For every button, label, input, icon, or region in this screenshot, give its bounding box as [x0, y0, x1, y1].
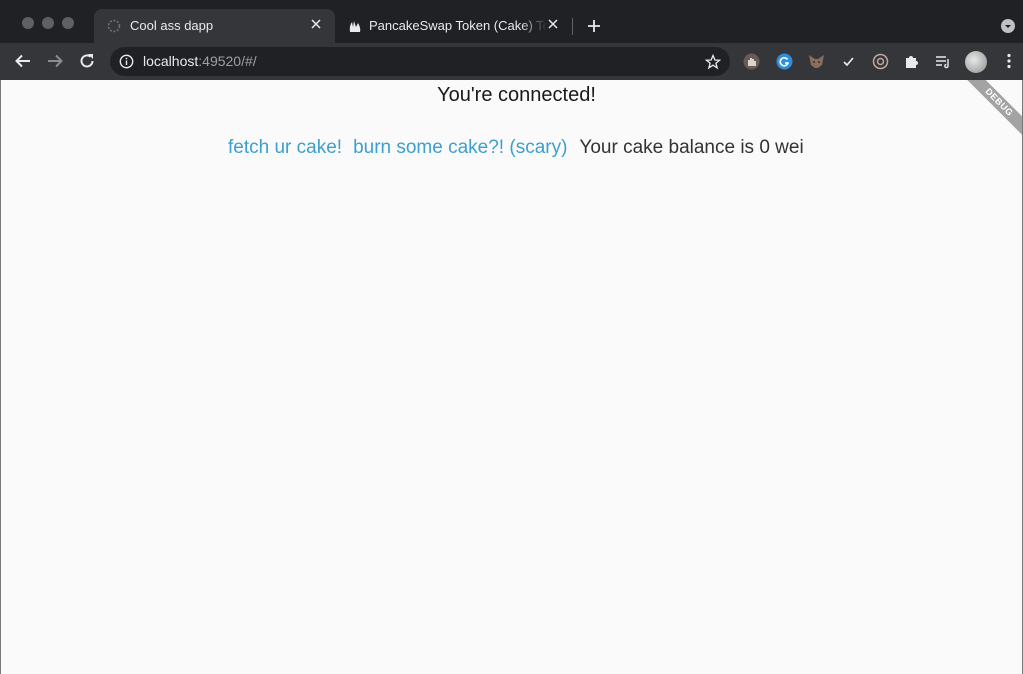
back-arrow-icon[interactable]	[14, 52, 32, 70]
web-page: You're connected! fetch ur cake! burn so…	[0, 80, 1023, 674]
window-minimize-dot[interactable]	[42, 17, 54, 29]
hand-extension-icon[interactable]	[743, 53, 760, 70]
tab-cool-ass-dapp[interactable]: Cool ass dapp	[94, 9, 335, 43]
window-close-dot[interactable]	[22, 17, 34, 29]
puzzle-extensions-icon[interactable]	[903, 53, 920, 70]
circle-extension-icon[interactable]	[872, 53, 889, 70]
new-tab-icon[interactable]	[585, 17, 603, 35]
loading-spinner-icon	[107, 19, 121, 33]
fetch-cake-button[interactable]: fetch ur cake!	[228, 137, 342, 159]
connection-heading: You're connected!	[437, 84, 596, 106]
address-bar[interactable]: localhost:49520/#/	[110, 47, 730, 76]
tab-strip: Cool ass dapp PancakeSwap Token (Cake) T…	[0, 0, 1023, 43]
grammarly-extension-icon[interactable]	[776, 53, 793, 70]
tab-title: Cool ass dapp	[130, 18, 214, 33]
site-info-icon[interactable]	[119, 54, 134, 69]
checkmark-extension-icon[interactable]	[840, 53, 857, 70]
reload-icon[interactable]	[78, 52, 96, 70]
url-host: localhost	[143, 53, 199, 69]
media-queue-icon[interactable]	[934, 53, 951, 70]
tab-separator	[572, 18, 573, 35]
window-maximize-dot[interactable]	[62, 17, 74, 29]
browser-toolbar: localhost:49520/#/	[0, 43, 1023, 80]
tab-title: PancakeSwap Token (Cake) Tok	[369, 18, 547, 33]
browser-menu-icon[interactable]	[1002, 52, 1016, 70]
forward-arrow-icon[interactable]	[46, 52, 64, 70]
url-text: localhost:49520/#/	[143, 53, 257, 69]
bookmark-star-icon[interactable]	[705, 54, 721, 70]
cake-balance-text: Your cake balance is 0 wei	[579, 137, 804, 158]
metamask-fox-icon[interactable]	[808, 53, 825, 70]
close-tab-icon[interactable]	[546, 17, 560, 31]
url-path: :49520/#/	[198, 53, 257, 69]
close-tab-icon[interactable]	[309, 17, 323, 31]
tab-search-icon[interactable]	[1001, 19, 1015, 33]
profile-avatar[interactable]	[965, 51, 987, 73]
tab-pancakeswap[interactable]: PancakeSwap Token (Cake) Tok	[335, 9, 572, 43]
burn-cake-button[interactable]: burn some cake?! (scary)	[353, 137, 567, 159]
bunny-icon	[349, 21, 361, 32]
cake-actions-row: fetch ur cake! burn some cake?! (scary) …	[228, 137, 804, 159]
